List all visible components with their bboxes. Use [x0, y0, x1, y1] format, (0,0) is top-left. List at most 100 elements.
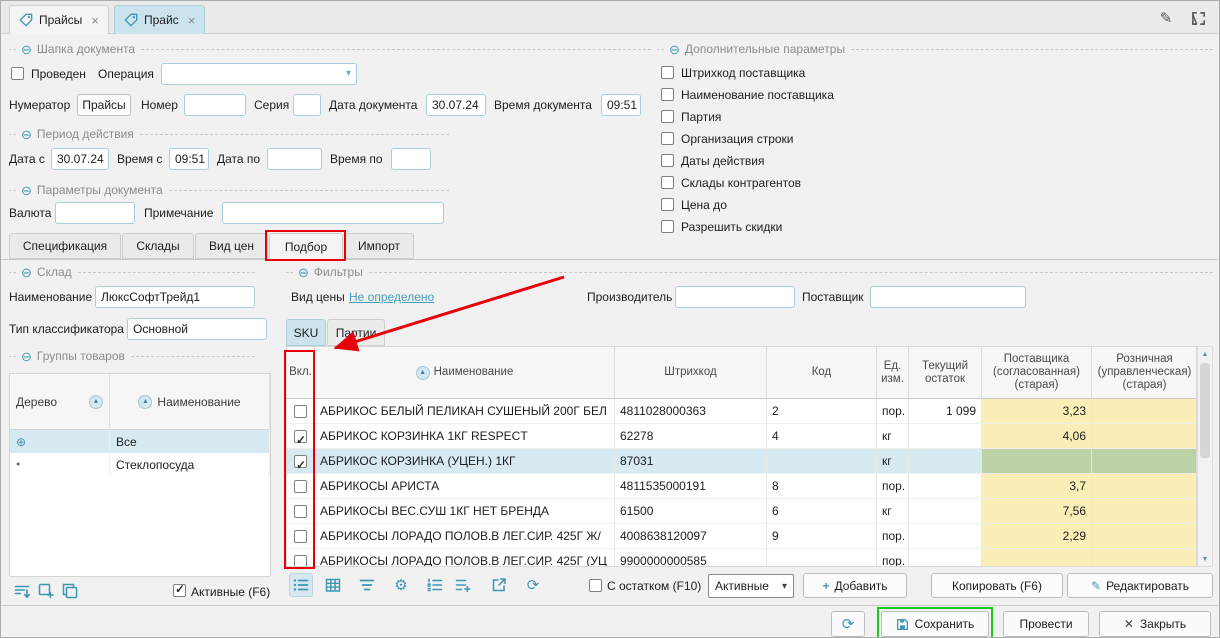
- row-checkbox[interactable]: [294, 405, 307, 418]
- param-checkbox[interactable]: [661, 88, 674, 101]
- row-checkbox[interactable]: [294, 530, 307, 543]
- table-row[interactable]: АБРИКОСЫ ЛОРАДО ПОЛОВ.В ЛЕГ.СИР. 425Г Ж/…: [287, 524, 1196, 549]
- gear-icon[interactable]: ⚙: [389, 573, 413, 597]
- param-checkbox[interactable]: [661, 220, 674, 233]
- table-row[interactable]: АБРИКОСЫ ВЕС.СУШ 1КГ НЕТ БРЕНДА 61500 6 …: [287, 499, 1196, 524]
- collapse-group-icon[interactable]: ⊖: [669, 43, 680, 56]
- row-checkbox-cell[interactable]: [287, 424, 315, 449]
- column-header-name[interactable]: ▲ Наименование: [315, 347, 615, 399]
- scrollbar-thumb[interactable]: [1200, 363, 1210, 458]
- add-button[interactable]: + Добавить: [803, 573, 907, 598]
- column-header-code[interactable]: Код: [767, 347, 877, 399]
- copy-button[interactable]: Копировать (F6): [931, 573, 1063, 598]
- classifier-input[interactable]: Основной: [127, 318, 267, 340]
- collapse-group-icon[interactable]: ⊖: [21, 266, 32, 279]
- manufacturer-input[interactable]: [675, 286, 795, 308]
- table-row[interactable]: АБРИКОС КОРЗИНКА 1КГ RESPECT 62278 4 кг …: [287, 424, 1196, 449]
- with-stock-checkbox[interactable]: [589, 579, 602, 592]
- collapse-group-icon[interactable]: ⊖: [21, 43, 32, 56]
- state-filter-select[interactable]: Активные ▾: [708, 574, 794, 598]
- column-header-barcode[interactable]: Штрихкод: [615, 347, 767, 399]
- tab-import[interactable]: Импорт: [344, 233, 414, 259]
- scroll-down-icon[interactable]: ▼: [1198, 552, 1212, 566]
- table-row[interactable]: АБРИКОС БЕЛЫЙ ПЕЛИКАН СУШЕНЫЙ 200Г БЕЛ 4…: [287, 399, 1196, 424]
- collapse-group-icon[interactable]: ⊖: [21, 350, 32, 363]
- doc-time-input[interactable]: 09:51: [601, 94, 641, 116]
- edit-pencil-icon[interactable]: ✎: [1153, 7, 1179, 29]
- refresh-list-icon[interactable]: ⟳: [521, 573, 545, 597]
- param-checkbox[interactable]: [661, 198, 674, 211]
- column-header-retail-price[interactable]: Розничная (управленческая) (старая): [1092, 347, 1197, 399]
- row-checkbox[interactable]: [294, 555, 307, 568]
- collapse-group-icon[interactable]: ⊖: [21, 184, 32, 197]
- tab-vid-cen[interactable]: Вид цен: [195, 233, 268, 259]
- close-tab-icon[interactable]: ×: [91, 13, 99, 28]
- param-checkbox[interactable]: [661, 176, 674, 189]
- filter-lines-icon[interactable]: [355, 573, 379, 597]
- row-checkbox-cell[interactable]: [287, 449, 315, 474]
- tab-specifikaciya[interactable]: Спецификация: [9, 233, 121, 259]
- open-external-icon[interactable]: [487, 573, 511, 597]
- table-row[interactable]: АБРИКОСЫ АРИСТА 4811535000191 8 пор. 3,7: [287, 474, 1196, 499]
- close-button[interactable]: ✕ Закрыть: [1099, 611, 1211, 637]
- doc-date-input[interactable]: 30.07.24: [426, 94, 486, 116]
- price-type-link[interactable]: Не определено: [349, 286, 434, 308]
- tab-partii[interactable]: Партии: [327, 319, 385, 346]
- tab-praisy[interactable]: Прайсы ×: [9, 5, 109, 34]
- sort-icon[interactable]: ▲: [89, 395, 103, 409]
- supplier-input[interactable]: [870, 286, 1026, 308]
- tab-podbor[interactable]: Подбор: [269, 233, 343, 260]
- sort-filter-icon[interactable]: [11, 581, 33, 601]
- column-header-unit[interactable]: Ед. изм.: [877, 347, 909, 399]
- column-header-supplier-price[interactable]: Поставщика (согласованная) (старая): [982, 347, 1092, 399]
- currency-input[interactable]: [55, 202, 135, 224]
- time-from-input[interactable]: 09:51: [169, 148, 209, 170]
- column-header-stock[interactable]: Текущий остаток: [909, 347, 982, 399]
- close-tab-icon[interactable]: ×: [188, 13, 196, 28]
- table-row[interactable]: АБРИКОСЫ ЛОРАДО ПОЛОВ.В ЛЕГ.СИР. 425Г (У…: [287, 549, 1196, 567]
- tree-row[interactable]: ● Стеклопосуда: [10, 453, 270, 476]
- tab-sku[interactable]: SKU: [286, 319, 326, 346]
- grid-view-icon[interactable]: [321, 573, 345, 597]
- save-button[interactable]: Сохранить: [881, 611, 989, 637]
- table-row[interactable]: АБРИКОС КОРЗИНКА (УЦЕН.) 1КГ 87031 кг: [287, 449, 1196, 474]
- bulleted-list-icon[interactable]: [289, 573, 313, 597]
- row-checkbox-cell[interactable]: [287, 549, 315, 567]
- time-to-input[interactable]: [391, 148, 431, 170]
- row-checkbox[interactable]: [294, 455, 307, 468]
- add-row-icon[interactable]: [451, 573, 475, 597]
- param-checkbox[interactable]: [661, 66, 674, 79]
- date-to-input[interactable]: [267, 148, 322, 170]
- warehouse-name-input[interactable]: ЛюксСофтТрейд1: [95, 286, 255, 308]
- param-checkbox[interactable]: [661, 154, 674, 167]
- sort-icon[interactable]: ▲: [138, 395, 152, 409]
- edit-button[interactable]: ✎ Редактировать: [1067, 573, 1213, 598]
- posted-checkbox[interactable]: [11, 67, 24, 80]
- date-from-input[interactable]: 30.07.24: [51, 148, 109, 170]
- row-checkbox[interactable]: [294, 505, 307, 518]
- row-checkbox-cell[interactable]: [287, 399, 315, 424]
- active-groups-checkbox[interactable]: [173, 584, 186, 597]
- refresh-button[interactable]: ⟳: [831, 611, 865, 637]
- maximize-icon[interactable]: [1185, 7, 1211, 29]
- row-checkbox-cell[interactable]: [287, 499, 315, 524]
- add-window-icon[interactable]: [35, 581, 57, 601]
- scroll-up-icon[interactable]: ▲: [1198, 347, 1212, 361]
- tree-column-header[interactable]: Дерево ▲: [10, 374, 110, 430]
- note-input[interactable]: [222, 202, 444, 224]
- post-button[interactable]: Провести: [1003, 611, 1089, 637]
- numbered-list-icon[interactable]: [423, 573, 447, 597]
- collapse-group-icon[interactable]: ⊖: [298, 266, 309, 279]
- tree-column-header[interactable]: ▲ Наименование: [110, 374, 270, 430]
- param-checkbox[interactable]: [661, 132, 674, 145]
- sort-ascending-icon[interactable]: ▲: [416, 366, 430, 380]
- row-checkbox[interactable]: [294, 480, 307, 493]
- tree-row[interactable]: ⊕ Все: [10, 430, 270, 453]
- copy-window-icon[interactable]: [59, 581, 81, 601]
- number-input[interactable]: [184, 94, 246, 116]
- tab-prais[interactable]: Прайс ×: [114, 5, 205, 34]
- collapse-group-icon[interactable]: ⊖: [21, 128, 32, 141]
- tab-sklady[interactable]: Склады: [122, 233, 194, 259]
- operation-select[interactable]: ▾: [161, 63, 357, 85]
- column-header-vkl[interactable]: Вкл.: [287, 347, 315, 399]
